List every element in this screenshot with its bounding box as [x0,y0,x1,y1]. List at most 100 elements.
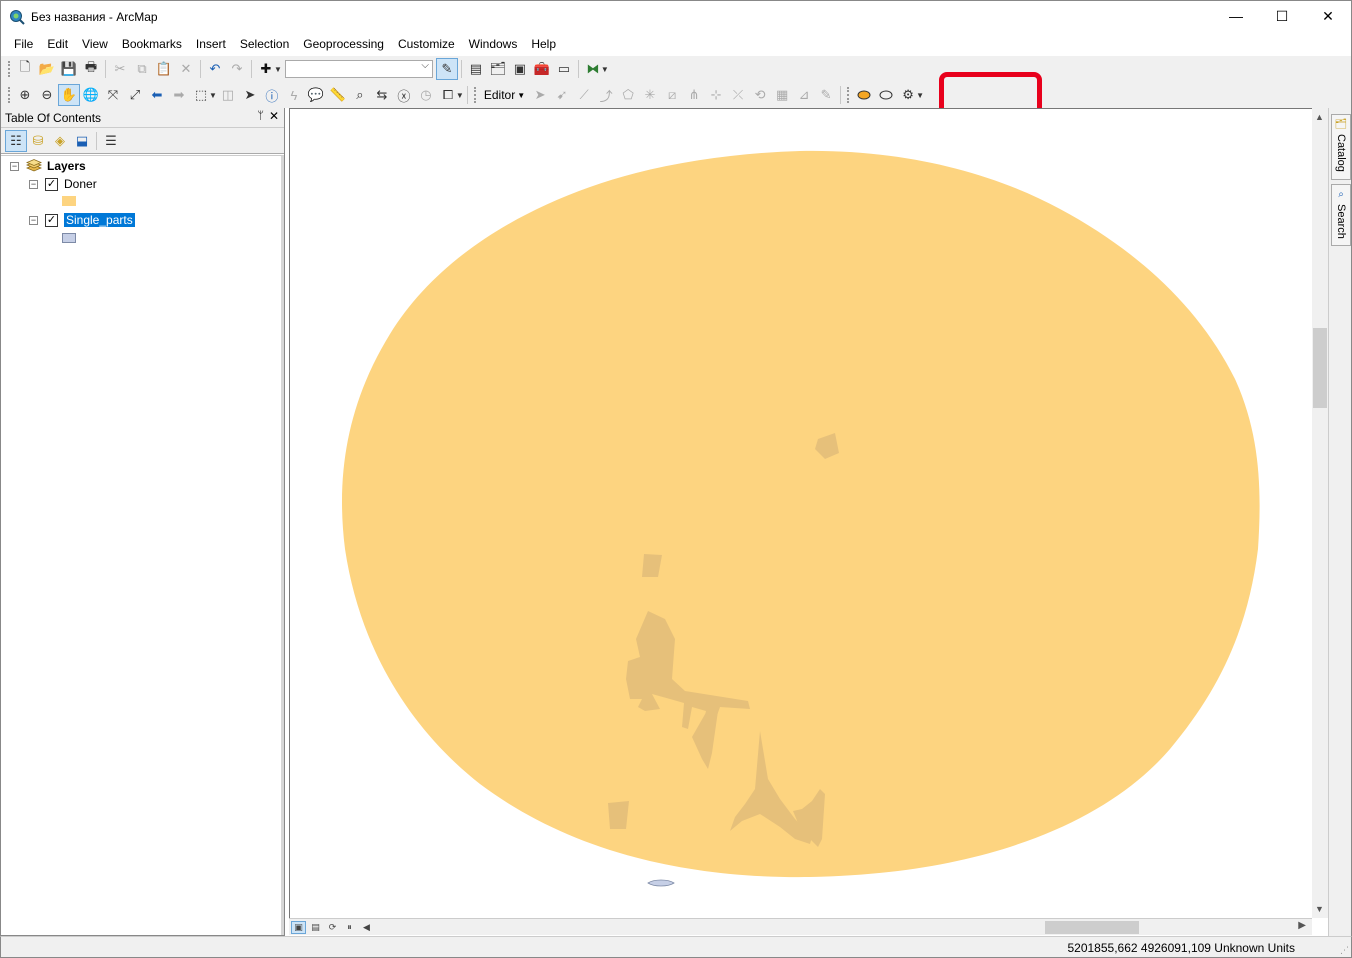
filled-ellipse-icon[interactable] [853,84,875,106]
menu-insert[interactable]: Insert [189,35,233,53]
save-icon[interactable]: 💾 [58,58,80,80]
cut-icon[interactable]: ✂ [109,58,131,80]
menu-view[interactable]: View [75,35,115,53]
paste-icon[interactable]: 📋 [153,58,175,80]
collapse-icon[interactable]: − [29,215,38,225]
reshape-feature-icon[interactable]: ⋔ [683,84,705,106]
layer-visibility-checkbox[interactable]: ✓ [45,177,58,191]
layer-single-parts[interactable]: − ✓ Single_parts [29,213,135,227]
list-by-selection-icon[interactable]: ⬓ [71,130,93,152]
editor-menu-button[interactable]: Editor ▼ [480,84,529,106]
hyperlink-icon[interactable]: ϟ [283,84,305,106]
close-button[interactable]: ✕ [1305,1,1351,31]
ellipse-outline-icon[interactable] [875,84,897,106]
menu-customize[interactable]: Customize [391,35,462,53]
create-features-icon[interactable]: ✎ [815,84,837,106]
menu-windows[interactable]: Windows [462,35,525,53]
open-folder-icon[interactable]: 📂 [36,58,58,80]
horizontal-scroll-thumb[interactable] [1045,921,1139,934]
toolbar-options-icon[interactable]: ▼ [456,91,464,100]
map-display[interactable] [289,108,1312,918]
maximize-button[interactable]: ☐ [1259,1,1305,31]
edit-tool-icon[interactable]: ➤ [529,84,551,106]
map-scale-combo[interactable] [284,60,433,78]
list-by-drawing-order-icon[interactable]: ☷ [5,129,27,152]
fixed-zoom-out-icon[interactable]: ⤢ [124,84,146,106]
end-point-arc-icon[interactable]: ⤴ [595,84,617,106]
minimize-button[interactable]: — [1213,1,1259,31]
toolbar-grip[interactable] [8,61,11,77]
attributes-icon[interactable]: ▦ [771,84,793,106]
undo-icon[interactable]: ↶ [204,58,226,80]
scroll-thumb[interactable] [1313,328,1327,408]
collapse-icon[interactable]: − [29,179,38,189]
go-to-xy-icon[interactable]: ⓧ [393,84,415,106]
layer-visibility-checkbox[interactable]: ✓ [45,213,58,227]
layer-doner[interactable]: − ✓ Doner [29,177,97,191]
data-view-icon[interactable]: ▣ [291,920,306,934]
pin-icon[interactable]: ᛘ [257,110,264,122]
delete-icon[interactable]: ✕ [175,58,197,80]
cut-polygons-icon[interactable]: ⊹ [705,84,727,106]
sketch-properties-icon[interactable]: ⊿ [793,84,815,106]
refresh-icon[interactable]: ⟳ [325,921,340,934]
fixed-zoom-in-icon[interactable]: ⤧ [102,84,124,106]
split-tool-icon[interactable]: ⤫ [727,84,749,106]
full-extent-globe-icon[interactable]: 🌐 [80,84,102,106]
collapse-icon[interactable]: − [10,161,19,171]
search-window-icon[interactable]: ▣ [509,58,531,80]
copy-icon[interactable]: ⧉ [131,58,153,80]
rotate-tool-icon[interactable]: ⟲ [749,84,771,106]
find-route-icon[interactable]: ⇆ [371,84,393,106]
add-data-dropdown-icon[interactable]: ▼ [274,65,282,74]
back-arrow-icon[interactable]: ⬅ [146,84,168,106]
print-icon[interactable]: 🖶 [80,58,102,80]
html-popup-icon[interactable]: 💬 [305,84,327,106]
close-icon[interactable]: ✕ [269,109,279,123]
edit-vertices-icon[interactable]: ⧄ [661,84,683,106]
measure-icon[interactable]: 📏 [327,84,349,106]
layers-root-node[interactable]: − Layers [10,159,86,173]
doner-symbol-swatch[interactable] [62,196,76,206]
menu-selection[interactable]: Selection [233,35,296,53]
scroll-left-icon[interactable]: ◀ [359,921,374,934]
trace-icon[interactable]: ⬠ [617,84,639,106]
forward-arrow-icon[interactable]: ➡ [168,84,190,106]
python-window-icon[interactable]: ▭ [553,58,575,80]
menu-edit[interactable]: Edit [40,35,75,53]
toc-options-icon[interactable]: ☰ [100,130,122,152]
table-of-contents-window-icon[interactable]: ▤ [465,58,487,80]
scroll-down-icon[interactable]: ▼ [1315,904,1324,914]
clear-selection-icon[interactable]: ◫ [217,84,239,106]
menu-file[interactable]: File [7,35,40,53]
new-document-icon[interactable]: 🗋 [14,58,36,80]
map-vertical-scrollbar[interactable]: ▲ ▼ [1312,108,1328,918]
menu-help[interactable]: Help [524,35,563,53]
single-parts-symbol-swatch[interactable] [62,233,76,243]
layout-view-icon[interactable]: ▤ [308,921,323,934]
point-icon[interactable]: ✳ [639,84,661,106]
editor-toolbar-icon[interactable]: ✎ [435,58,458,80]
toolbar-options-icon[interactable]: ▼ [916,91,924,100]
select-features-dropdown-icon[interactable]: ▼ [209,91,217,100]
redo-icon[interactable]: ↷ [226,58,248,80]
resize-grip-icon[interactable]: ⋰ [1340,945,1349,956]
catalog-window-icon[interactable]: 🗂 [487,58,509,80]
menu-geoprocessing[interactable]: Geoprocessing [296,35,391,53]
list-by-visibility-icon[interactable]: ◈ [49,130,71,152]
edit-annotation-icon[interactable]: ➹ [551,84,573,106]
pan-hand-icon[interactable]: ✋ [58,84,80,106]
menu-bookmarks[interactable]: Bookmarks [115,35,189,53]
list-by-source-icon[interactable]: ⛁ [27,130,49,152]
zoom-out-icon[interactable]: ⊖ [36,84,58,106]
select-elements-arrow-icon[interactable]: ➤ [239,84,261,106]
small-single-part-feature[interactable] [647,879,675,887]
arctoolbox-icon[interactable]: 🧰 [531,58,553,80]
straight-segment-icon[interactable]: ⟋ [573,84,595,106]
zoom-in-icon[interactable]: ⊕ [14,84,36,106]
scroll-up-icon[interactable]: ▲ [1315,112,1324,122]
time-slider-icon[interactable]: ◷ [415,84,437,106]
pause-drawing-icon[interactable]: ⏸ [342,921,357,934]
search-tab[interactable]: ⌕ Search [1331,184,1351,246]
doner-ellipse-feature[interactable] [342,150,1260,878]
